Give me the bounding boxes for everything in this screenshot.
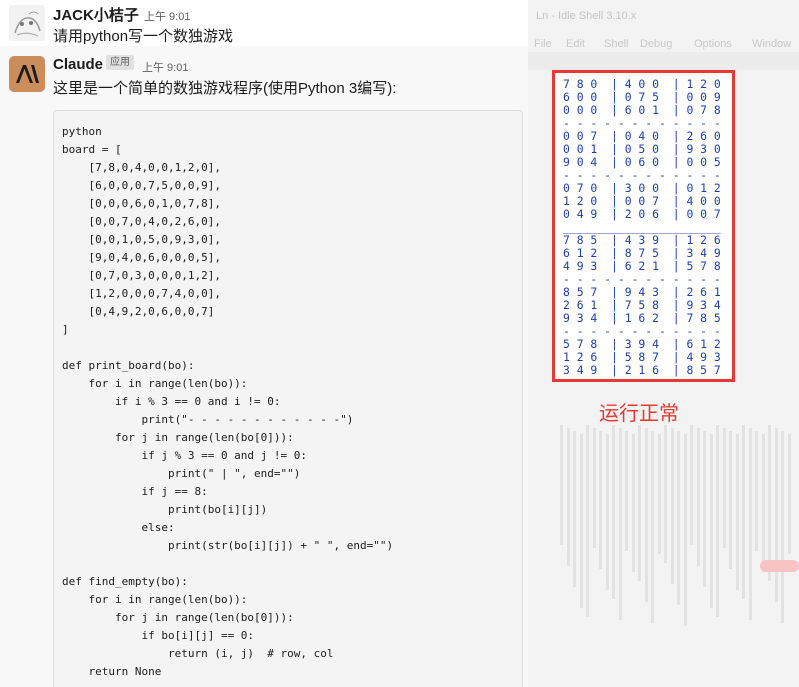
code-line: [0,0,0,6,0,1,0,7,8], (62, 197, 221, 210)
code-line: print("- - - - - - - - - - - -") (62, 413, 354, 426)
ghost-text-column (573, 431, 576, 587)
code-line: [0,0,1,0,5,0,9,3,0], (62, 233, 221, 246)
ghost-text-column (722, 428, 726, 548)
code-line: def find_empty(bo): (62, 575, 188, 588)
claude-avatar[interactable] (9, 56, 45, 92)
background-menubar (528, 52, 799, 70)
code-line: board = [ (62, 143, 122, 156)
code-line: [7,8,0,4,0,0,1,2,0], (62, 161, 221, 174)
ghost-text-column (670, 428, 674, 584)
ghost-text-column (781, 431, 784, 623)
ghost-text-column (612, 425, 615, 599)
code-line: print(" | ", end="") (62, 467, 301, 480)
ghost-text-column (748, 428, 752, 620)
menu-item-edit[interactable]: Edit (566, 38, 585, 50)
code-line: ] (62, 323, 69, 336)
code-line: for j in range(len(bo[0])): (62, 431, 294, 444)
annotation-run-ok: 运行正常 (599, 403, 679, 425)
user-message-time[interactable]: 上午 9:01 (144, 8, 190, 24)
ghost-text-column (631, 434, 635, 572)
code-line: if j == 8: (62, 485, 208, 498)
code-line: if bo[i][j] == 0: (62, 629, 255, 642)
ghost-text-column (761, 434, 765, 572)
bot-sender-name[interactable]: Claude (53, 56, 103, 73)
ghost-text-column (742, 425, 745, 599)
code-line: [0,7,0,3,0,0,0,1,2], (62, 269, 221, 282)
code-block[interactable]: python board = [ [7,8,0,4,0,0,1,2,0], [6,… (53, 110, 523, 687)
code-line: print(str(bo[i][j]) + " ", end="") (62, 539, 394, 552)
code-line: return (i, j) # row, col (62, 647, 334, 660)
ghost-text-column (579, 434, 583, 608)
ghost-text-column (690, 425, 693, 545)
ghost-text-column (651, 431, 654, 623)
code-line: [9,0,4,0,6,0,0,0,5], (62, 251, 221, 264)
ghost-text-column (586, 425, 589, 617)
ghost-text-column (625, 431, 628, 551)
code-line: for i in range(len(bo)): (62, 377, 248, 390)
console-row: 3 4 9 | 2 1 6 | 8 5 7 (563, 363, 721, 377)
ghost-text-column (716, 425, 719, 617)
ghost-text-column (599, 431, 602, 569)
user-message-text: 请用python写一个数独游戏 (53, 28, 234, 45)
background-selection (760, 560, 799, 572)
bot-message: Claude 应用 上午 9:01 这里是一个简单的数独游戏程序(使用Pytho… (0, 46, 528, 687)
bot-message-intro: 这里是一个简单的数独游戏程序(使用Python 3编写): (53, 80, 397, 97)
app-badge: 应用 (106, 55, 134, 70)
ghost-text-column (560, 425, 563, 545)
ghost-text-column (605, 434, 609, 590)
code-line: if j % 3 == 0 and j != 0: (62, 449, 308, 462)
code-line: def print_board(bo): (62, 359, 195, 372)
user-avatar[interactable] (9, 5, 45, 41)
code-line: for i in range(len(bo)): (62, 593, 248, 606)
code-line: print(bo[i][j]) (62, 503, 268, 516)
menu-item-shell[interactable]: Shell (604, 38, 628, 50)
ghost-text-column (774, 428, 778, 602)
ghost-text-column (755, 431, 758, 551)
ghost-text-column (709, 434, 713, 608)
user-avatar-icon (9, 5, 45, 41)
code-line: [6,0,0,0,7,5,0,0,9], (62, 179, 221, 192)
ghost-text-column (638, 425, 641, 581)
menu-item-options[interactable]: Options (694, 38, 732, 50)
ghost-text-column (787, 434, 791, 554)
ghost-text-column (618, 428, 622, 620)
ghost-text-column (592, 428, 596, 548)
background-window-title: Ln - Idle Shell 3.10.x (536, 10, 637, 22)
chat-pane: JACK小桔子 上午 9:01 请用python写一个数独游戏 Claude 应… (0, 0, 528, 687)
code-line: for j in range(len(bo[0])): (62, 611, 294, 624)
code-line: else: (62, 521, 175, 534)
claude-logo-icon (16, 65, 39, 83)
code-line: if i % 3 == 0 and i != 0: (62, 395, 281, 408)
code-line: [0,0,7,0,4,0,2,6,0], (62, 215, 221, 228)
ghost-text-column (696, 428, 700, 566)
code-line: python (62, 125, 102, 138)
user-message: JACK小桔子 上午 9:01 请用python写一个数独游戏 (0, 0, 528, 46)
code-line: return None (62, 665, 162, 678)
code-line: [0,4,9,2,0,6,0,0,7] (62, 305, 215, 318)
ghost-text-column (768, 425, 771, 581)
menu-item-window[interactable]: Window (752, 38, 791, 50)
ghost-text-column (703, 431, 706, 587)
user-sender-name[interactable]: JACK小桔子 (53, 4, 139, 25)
ghost-text-column (735, 434, 739, 590)
ghost-text-column (677, 431, 680, 605)
ghost-text-column (664, 425, 667, 563)
ghost-text-column (683, 434, 687, 626)
menu-item-debug[interactable]: Debug (640, 38, 672, 50)
ghost-text-column (644, 428, 648, 602)
ghost-text-column (566, 428, 570, 566)
bot-message-time[interactable]: 上午 9:01 (142, 59, 188, 75)
code-line: [1,2,0,0,0,7,4,0,0], (62, 287, 221, 300)
menu-item-file[interactable]: File (534, 38, 552, 50)
ghost-text-column (729, 431, 732, 569)
ghost-text-column (657, 434, 661, 554)
console-output-box: 7 8 0 | 4 0 0 | 1 2 06 0 0 | 0 7 5 | 0 0… (552, 70, 735, 382)
